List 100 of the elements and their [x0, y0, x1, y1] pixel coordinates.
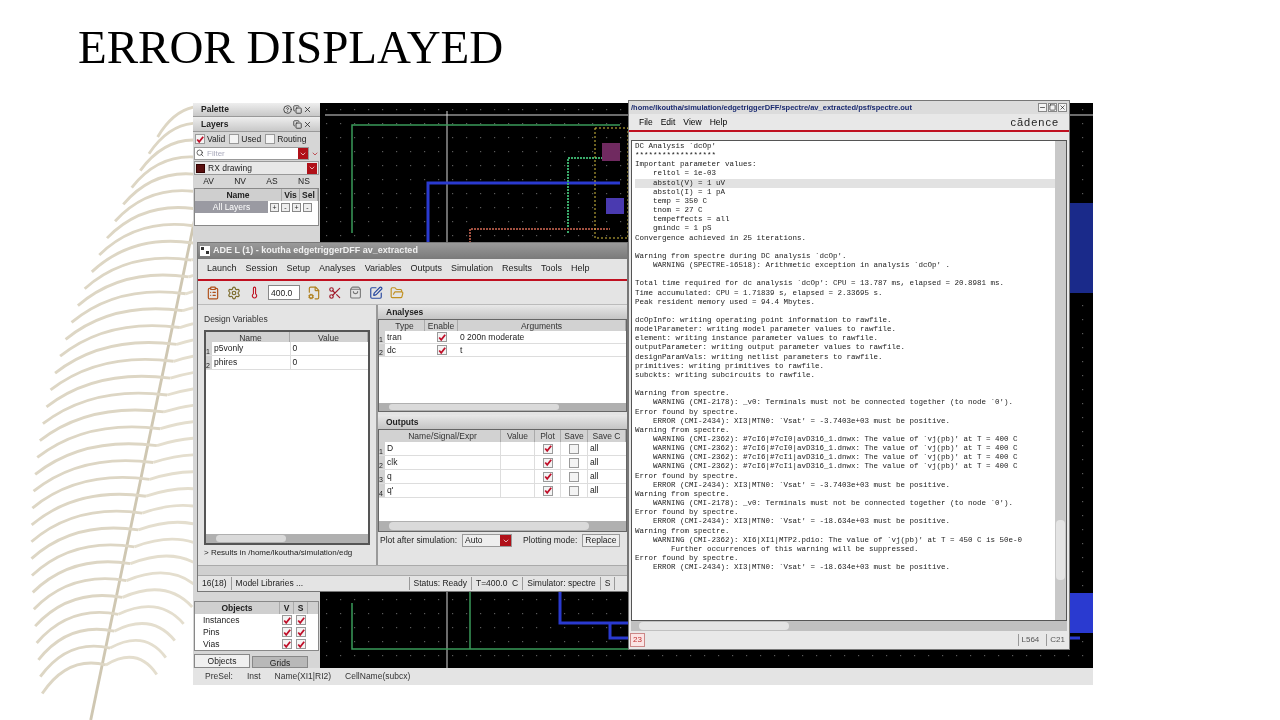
dropdown-button[interactable] [298, 148, 308, 159]
help-icon[interactable] [283, 105, 292, 114]
plot-after-dropdown[interactable]: Auto [462, 534, 512, 547]
vertical-scrollbar[interactable] [1055, 141, 1066, 620]
save-checkbox[interactable] [569, 471, 579, 482]
selectable-checkbox[interactable] [296, 615, 306, 625]
restore-icon[interactable] [293, 105, 302, 114]
column-header: Value [290, 331, 368, 342]
menu-item[interactable]: File [639, 115, 653, 129]
checkbox[interactable] [195, 134, 205, 144]
save-checkbox[interactable] [569, 443, 579, 454]
panel-title: Analyses [386, 305, 424, 319]
horizontal-scrollbar[interactable] [379, 403, 626, 411]
horizontal-scrollbar[interactable] [206, 533, 368, 543]
bag-icon[interactable] [349, 286, 362, 299]
panel-title: Layers [201, 117, 229, 131]
save-checkbox[interactable] [569, 485, 579, 496]
table-cell-text: dc [386, 344, 397, 356]
clipboard-icon[interactable] [206, 285, 220, 300]
enable-checkbox[interactable] [436, 345, 447, 355]
layer-tab[interactable]: AV [203, 175, 214, 188]
menu-item[interactable]: Analyses [319, 262, 356, 276]
field-label: Plotting mode: [523, 534, 578, 547]
column-header: Plot [535, 430, 561, 442]
selectable-checkbox[interactable] [296, 627, 306, 637]
table-cell: clk [385, 456, 501, 469]
menu-item[interactable]: Help [571, 262, 590, 276]
table-cell-text: tran [386, 331, 403, 343]
scissors-icon[interactable] [328, 285, 342, 300]
search-icon [196, 149, 204, 157]
menu-item[interactable]: View [683, 115, 702, 129]
folder-icon[interactable] [390, 285, 404, 300]
plot-checkbox[interactable] [542, 471, 553, 482]
status-text: Inst [246, 670, 261, 683]
layer-tab[interactable]: NS [298, 175, 310, 188]
edit-icon[interactable] [369, 285, 383, 300]
layer-selector[interactable]: RX drawing [194, 161, 319, 175]
visible-checkbox[interactable] [282, 639, 292, 649]
table-cell-text: all [589, 470, 600, 483]
table-cell-text: 0 200n moderate [459, 331, 526, 343]
checkbox-label: Routing [277, 132, 307, 146]
menu-item[interactable]: Help [709, 115, 728, 129]
menu-item[interactable]: Simulation [451, 262, 494, 276]
panel-title: Outputs [386, 415, 419, 429]
table-cell: q' [385, 484, 501, 497]
column-header: Objects [195, 602, 280, 614]
gear-icon[interactable] [227, 285, 241, 300]
object-row[interactable]: Pins [195, 625, 280, 639]
status-text: PreSel: [205, 670, 233, 683]
brand-logo: cādence [1010, 114, 1059, 130]
close-icon[interactable] [1058, 103, 1067, 112]
column-header: Type [385, 320, 425, 331]
menu-item[interactable]: Results [502, 262, 533, 276]
save-checkbox[interactable] [569, 457, 579, 468]
horizontal-scrollbar[interactable] [631, 621, 1067, 631]
plot-checkbox[interactable] [542, 485, 553, 496]
table-cell: p5vonly [212, 341, 291, 355]
checkbox[interactable] [265, 134, 276, 144]
plot-checkbox[interactable] [542, 457, 553, 468]
plotting-mode-dropdown[interactable]: Replace [582, 534, 620, 547]
plot-checkbox[interactable] [542, 443, 553, 454]
document-gear-icon[interactable] [307, 285, 321, 300]
panel-title: Palette [201, 103, 229, 116]
menu-item[interactable]: Tools [541, 262, 563, 276]
selectable-checkbox[interactable] [296, 639, 306, 649]
maximize-icon[interactable] [1048, 103, 1057, 112]
object-row[interactable]: Instances [195, 613, 280, 627]
checkbox[interactable] [229, 134, 240, 144]
column-header: Name [212, 331, 290, 342]
checkbox-label: Used [241, 132, 262, 146]
menu-item[interactable]: Session [245, 262, 278, 276]
menu-item[interactable]: Outputs [410, 262, 442, 276]
enable-checkbox[interactable] [436, 332, 447, 342]
menu-item[interactable]: Variables [364, 262, 402, 276]
dropdown-button[interactable] [500, 535, 511, 546]
visible-checkbox[interactable] [282, 615, 292, 625]
layer-tab[interactable]: AS [266, 175, 278, 188]
horizontal-scrollbar[interactable] [379, 521, 626, 531]
dropdown-button[interactable] [307, 162, 317, 174]
object-row[interactable]: Vias [195, 637, 280, 651]
panel-tab[interactable]: Grids [252, 656, 308, 668]
menu-item[interactable]: Setup [286, 262, 311, 276]
filter-field[interactable]: Filter [194, 147, 309, 160]
table-cell-text: t [459, 344, 464, 356]
column-header: Arguments [458, 320, 626, 331]
menu-item[interactable]: Edit [660, 115, 676, 129]
layer-tab[interactable]: NV [234, 175, 246, 188]
slide-title: ERROR DISPLAYED [78, 22, 505, 72]
column-header: Sel [300, 189, 318, 201]
menu-item[interactable]: Launch [207, 262, 237, 276]
visible-checkbox[interactable] [282, 627, 292, 637]
close-icon[interactable] [303, 119, 312, 129]
temperature-field[interactable]: 400.0 [268, 285, 300, 300]
status-field: T=400.0 C [471, 577, 524, 590]
restore-icon[interactable] [293, 119, 302, 129]
minimize-icon[interactable] [1038, 103, 1047, 112]
close-icon[interactable] [303, 105, 312, 114]
panel-tab[interactable]: Objects [194, 654, 250, 668]
column-header: Save [561, 430, 588, 442]
status-field: Status: Ready [409, 577, 472, 590]
